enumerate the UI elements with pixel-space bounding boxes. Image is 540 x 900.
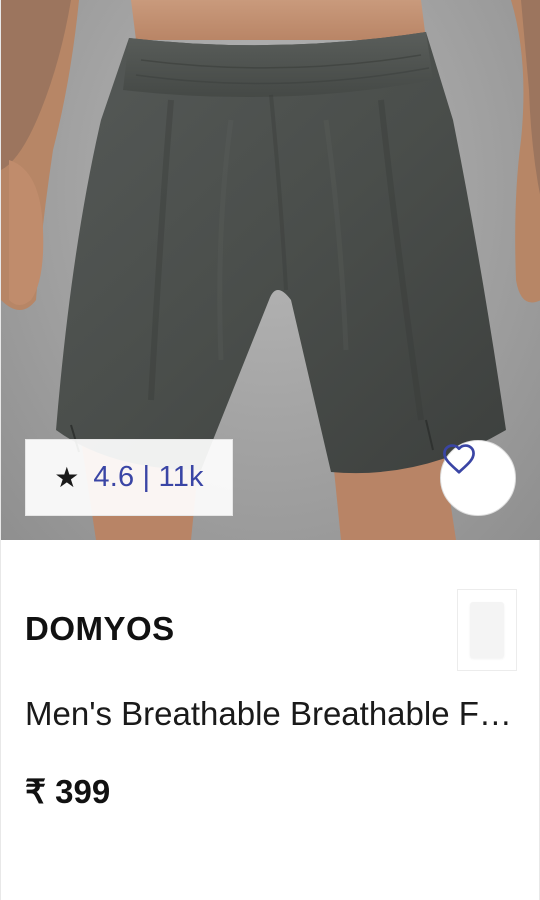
wishlist-button[interactable]: [440, 440, 516, 516]
product-image[interactable]: ★ 4.6 | 11k: [1, 0, 540, 540]
product-price: ₹ 399: [25, 773, 111, 810]
product-card[interactable]: ★ 4.6 | 11k DOMYOS Men's Breathable Brea…: [0, 0, 540, 900]
brand-name: DOMYOS: [25, 610, 175, 647]
color-variant-thumbnail[interactable]: [457, 589, 517, 671]
product-title[interactable]: Men's Breathable Breathable Football Sho…: [25, 695, 519, 733]
heart-outline-icon: [443, 444, 475, 474]
variant-swatch: [470, 602, 504, 658]
rating-badge[interactable]: ★ 4.6 | 11k: [25, 439, 233, 516]
rating-text: 4.6 | 11k: [93, 461, 204, 493]
star-icon: ★: [54, 460, 80, 494]
